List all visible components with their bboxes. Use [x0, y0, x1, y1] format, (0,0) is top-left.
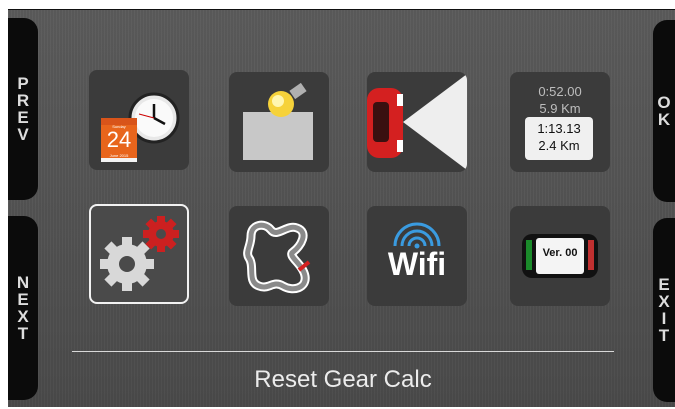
ok-button[interactable]: O K: [653, 20, 675, 202]
laps-tile[interactable]: 0:52.00 5.9 Km 1:13.13 2.4 Km: [510, 72, 610, 172]
ok-letter: O: [657, 93, 671, 112]
calendar-month: June 2015: [109, 153, 129, 158]
device-screen: P R E V N E X T O K E X I T Sunday 24 Ju…: [0, 0, 675, 409]
next-button[interactable]: N E X T: [8, 216, 38, 400]
car-light-icon: [367, 74, 467, 170]
lap-card: 1:13.13 2.4 Km: [525, 117, 593, 160]
ok-letter: K: [657, 110, 671, 129]
lap-distance-2: 2.4 Km: [538, 138, 580, 153]
next-letter: N: [16, 273, 30, 292]
prev-letter: E: [17, 108, 29, 127]
track-tile[interactable]: [229, 206, 329, 306]
prev-letter: R: [16, 91, 30, 110]
exit-letter: T: [658, 326, 670, 345]
lap-time-2: 1:13.13: [537, 121, 581, 136]
next-letter: E: [17, 290, 29, 309]
settings-tile[interactable]: [89, 204, 189, 304]
backlight-tile[interactable]: [229, 72, 329, 172]
wifi-tile[interactable]: Wifi: [367, 206, 467, 306]
exit-letter: E: [658, 275, 670, 294]
exit-letter: X: [658, 292, 670, 311]
headlight-tile[interactable]: [367, 72, 467, 172]
next-letter: T: [17, 324, 29, 343]
lap-time-1: 0:52.00: [538, 84, 582, 99]
next-letter: X: [17, 307, 29, 326]
wifi-label: Wifi: [387, 246, 447, 282]
prev-letter: V: [17, 125, 29, 144]
prev-button[interactable]: P R E V: [8, 18, 38, 200]
selected-item-label: Reset Gear Calc: [254, 366, 432, 393]
divider: [72, 351, 614, 352]
prev-letter: P: [17, 74, 29, 93]
calendar-day: 24: [106, 127, 132, 152]
race-track-icon: [243, 220, 311, 294]
version-label: Ver. 00: [542, 247, 578, 259]
exit-letter: I: [661, 309, 667, 328]
gears-icon: [100, 216, 179, 291]
light-bulb-icon: [243, 82, 313, 160]
date-time-tile[interactable]: Sunday 24 June 2015: [89, 70, 189, 170]
firmware-tile[interactable]: Ver. 00: [510, 206, 610, 306]
exit-button[interactable]: E X I T: [653, 218, 675, 402]
lap-distance-1: 5.9 Km: [539, 101, 581, 116]
